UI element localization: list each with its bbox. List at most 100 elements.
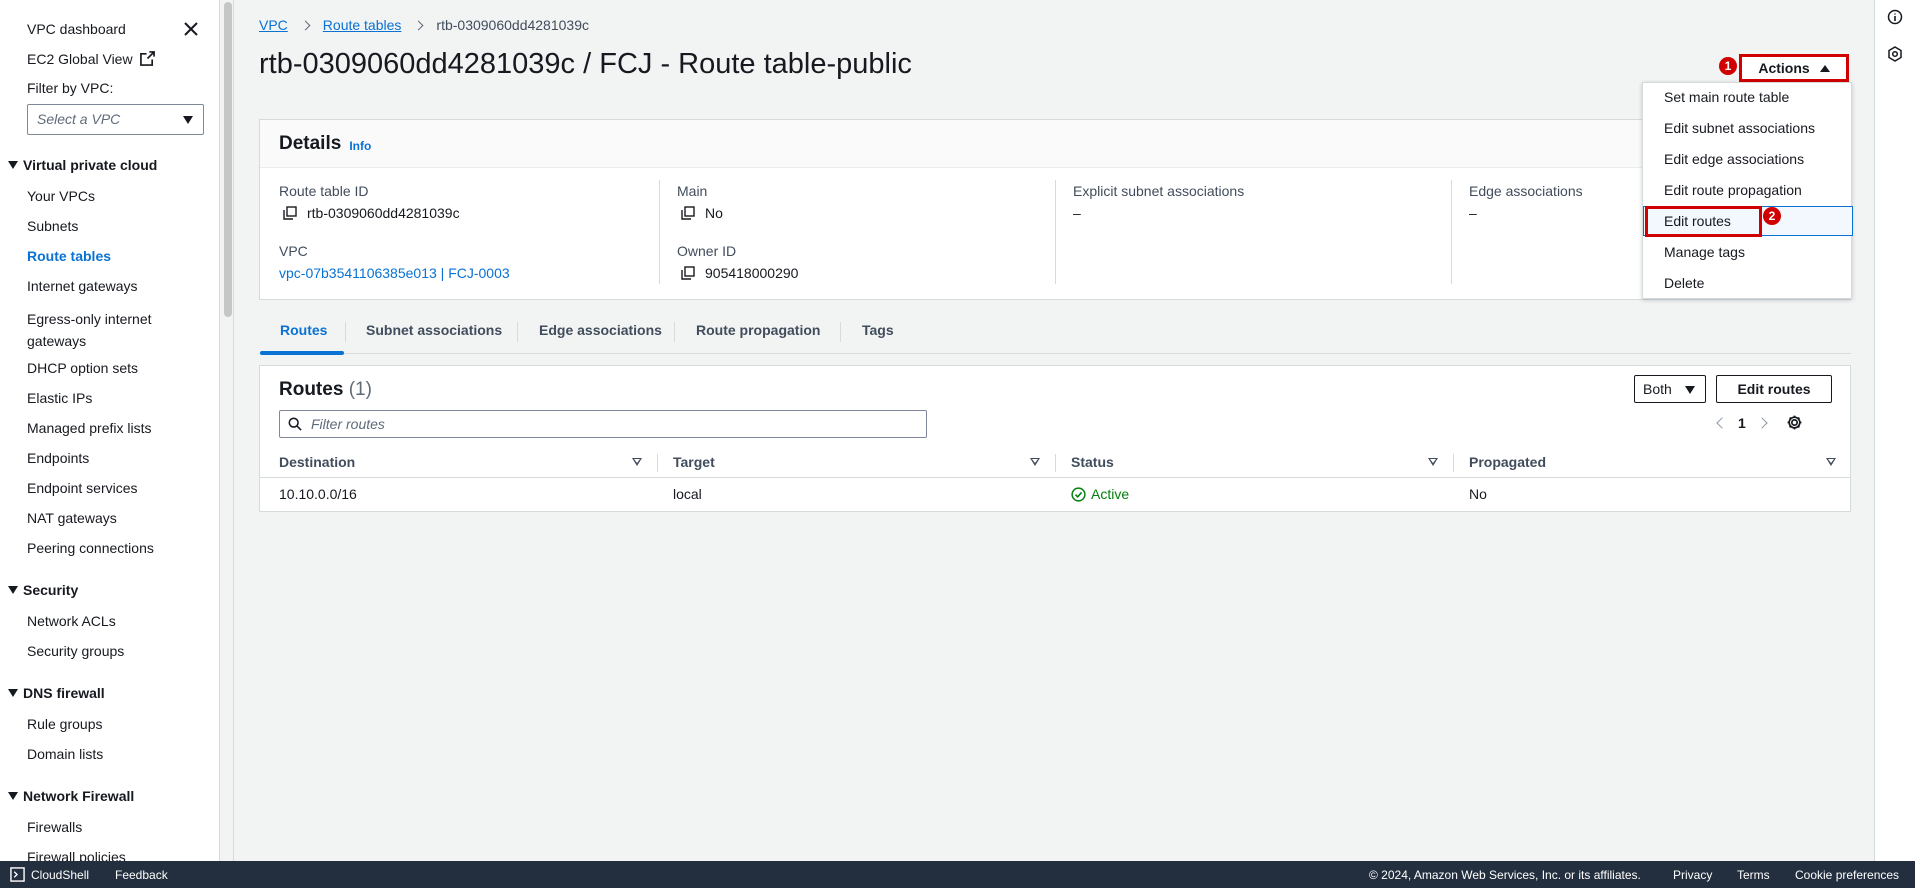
breadcrumb-route-tables[interactable]: Route tables <box>323 17 402 33</box>
section-title: Network Firewall <box>23 788 135 804</box>
sidebar-item-rule-groups[interactable]: Rule groups <box>27 716 103 732</box>
caret-down-icon <box>183 116 193 124</box>
cloudshell-link[interactable]: CloudShell <box>31 868 89 882</box>
main-label: Main <box>677 183 708 199</box>
column-resizer[interactable] <box>657 454 658 472</box>
sidebar-item-network-acls[interactable]: Network ACLs <box>27 613 116 629</box>
right-utility-bar <box>1874 0 1915 861</box>
menu-item-edit-edge-associations[interactable]: Edit edge associations <box>1664 151 1804 167</box>
owner-id-text: 905418000290 <box>705 265 799 281</box>
route-filter-select[interactable]: Both <box>1634 375 1706 403</box>
settings-hex-icon[interactable] <box>1887 46 1903 62</box>
sidebar: VPC dashboard EC2 Global View Filter by … <box>0 0 220 861</box>
sidebar-item-nat-gateways[interactable]: NAT gateways <box>27 510 117 526</box>
section-security[interactable]: Security <box>8 582 78 598</box>
chevron-right-icon[interactable] <box>1756 416 1768 429</box>
tab-separator <box>517 322 518 342</box>
chevron-left-icon[interactable] <box>1716 416 1728 429</box>
current-page[interactable]: 1 <box>1738 415 1746 431</box>
column-divider <box>1055 180 1056 284</box>
tab-tags[interactable]: Tags <box>862 322 894 338</box>
sidebar-item-subnets[interactable]: Subnets <box>27 218 78 234</box>
terms-link[interactable]: Terms <box>1737 868 1770 882</box>
sidebar-scrollbar-thumb[interactable] <box>224 2 232 317</box>
sidebar-item-elastic-ips[interactable]: Elastic IPs <box>27 390 92 406</box>
sidebar-item-route-tables[interactable]: Route tables <box>27 248 111 264</box>
sidebar-item-your-vpcs[interactable]: Your VPCs <box>27 188 95 204</box>
sidebar-item-endpoint-services[interactable]: Endpoint services <box>27 480 138 496</box>
gear-icon[interactable] <box>1786 414 1803 431</box>
tab-edge-associations[interactable]: Edge associations <box>539 322 662 338</box>
actions-label: Actions <box>1758 60 1810 76</box>
sort-icon[interactable] <box>1826 458 1836 466</box>
menu-item-delete[interactable]: Delete <box>1664 275 1704 291</box>
info-link[interactable]: Info <box>349 139 371 153</box>
column-header-target[interactable]: Target <box>673 454 715 470</box>
column-header-destination[interactable]: Destination <box>279 454 355 470</box>
column-header-status[interactable]: Status <box>1071 454 1114 470</box>
info-icon[interactable] <box>1887 9 1903 25</box>
details-header: Details Info <box>260 120 1850 168</box>
filter-routes-input[interactable] <box>311 416 911 432</box>
sidebar-item-firewalls[interactable]: Firewalls <box>27 819 82 835</box>
copy-icon[interactable] <box>681 206 695 220</box>
privacy-link[interactable]: Privacy <box>1673 868 1712 882</box>
section-virtual-private-cloud[interactable]: Virtual private cloud <box>8 157 157 173</box>
cell-destination: 10.10.0.0/16 <box>279 486 357 502</box>
edit-routes-button[interactable]: Edit routes <box>1716 375 1832 403</box>
breadcrumb-vpc[interactable]: VPC <box>259 17 288 33</box>
tab-route-propagation[interactable]: Route propagation <box>696 322 820 338</box>
menu-item-set-main-route-table[interactable]: Set main route table <box>1664 89 1789 105</box>
caret-down-icon <box>1685 386 1695 394</box>
external-link-icon <box>140 51 156 66</box>
menu-item-edit-subnet-associations[interactable]: Edit subnet associations <box>1664 120 1815 136</box>
column-resizer[interactable] <box>1453 454 1454 472</box>
copy-icon[interactable] <box>681 266 695 280</box>
feedback-link[interactable]: Feedback <box>115 868 168 882</box>
section-title: Security <box>23 582 79 598</box>
section-network-firewall[interactable]: Network Firewall <box>8 788 134 804</box>
close-icon[interactable] <box>183 21 199 37</box>
sidebar-item-ec2-global-view[interactable]: EC2 Global View <box>27 51 156 67</box>
cookie-preferences-link[interactable]: Cookie preferences <box>1795 868 1899 882</box>
sidebar-item-vpc-dashboard[interactable]: VPC dashboard <box>27 21 126 37</box>
cell-target: local <box>673 486 702 502</box>
caret-down-icon <box>8 792 18 800</box>
sort-icon[interactable] <box>1030 458 1040 466</box>
column-resizer[interactable] <box>1055 454 1056 472</box>
sidebar-item-managed-prefix-lists[interactable]: Managed prefix lists <box>27 420 152 436</box>
actions-button[interactable]: Actions <box>1739 54 1849 82</box>
route-table-id-value: rtb-0309060dd4281039c <box>283 205 460 221</box>
menu-item-manage-tags[interactable]: Manage tags <box>1664 244 1745 260</box>
chevron-right-icon <box>413 20 424 30</box>
sidebar-item-label: EC2 Global View <box>27 51 133 67</box>
route-table-id-text: rtb-0309060dd4281039c <box>307 205 460 221</box>
sidebar-item-dhcp-option-sets[interactable]: DHCP option sets <box>27 360 138 376</box>
breadcrumb: VPC Route tables rtb-0309060dd4281039c <box>259 17 589 33</box>
filter-routes-field[interactable] <box>279 410 927 438</box>
sidebar-item-endpoints[interactable]: Endpoints <box>27 450 89 466</box>
menu-item-edit-route-propagation[interactable]: Edit route propagation <box>1664 182 1802 198</box>
main-value: No <box>681 205 723 221</box>
cloudshell-icon[interactable] <box>10 867 25 882</box>
column-header-propagated[interactable]: Propagated <box>1469 454 1546 470</box>
copy-icon[interactable] <box>283 206 297 220</box>
sidebar-item-domain-lists[interactable]: Domain lists <box>27 746 103 762</box>
sort-icon[interactable] <box>1428 458 1438 466</box>
footer: CloudShell Feedback © 2024, Amazon Web S… <box>0 861 1915 888</box>
breadcrumb-current: rtb-0309060dd4281039c <box>436 17 589 33</box>
sidebar-item-egress-only-internet-gateways[interactable]: Egress-only internet gateways <box>27 308 177 352</box>
sidebar-item-peering-connections[interactable]: Peering connections <box>27 540 154 556</box>
step-badge-1: 1 <box>1719 57 1737 75</box>
tab-subnet-associations[interactable]: Subnet associations <box>366 322 502 338</box>
tab-routes[interactable]: Routes <box>280 322 327 338</box>
sidebar-item-firewall-policies[interactable]: Firewall policies <box>27 849 126 861</box>
routes-panel: Routes (1) Both Edit routes 1 Destinatio… <box>259 365 1851 512</box>
vpc-select[interactable]: Select a VPC <box>27 104 204 135</box>
vpc-link[interactable]: vpc-07b3541106385e013 | FCJ-0003 <box>279 265 510 281</box>
sidebar-item-internet-gateways[interactable]: Internet gateways <box>27 278 138 294</box>
section-dns-firewall[interactable]: DNS firewall <box>8 685 105 701</box>
sidebar-item-security-groups[interactable]: Security groups <box>27 643 124 659</box>
check-circle-icon <box>1071 486 1086 502</box>
sort-icon[interactable] <box>632 458 642 466</box>
